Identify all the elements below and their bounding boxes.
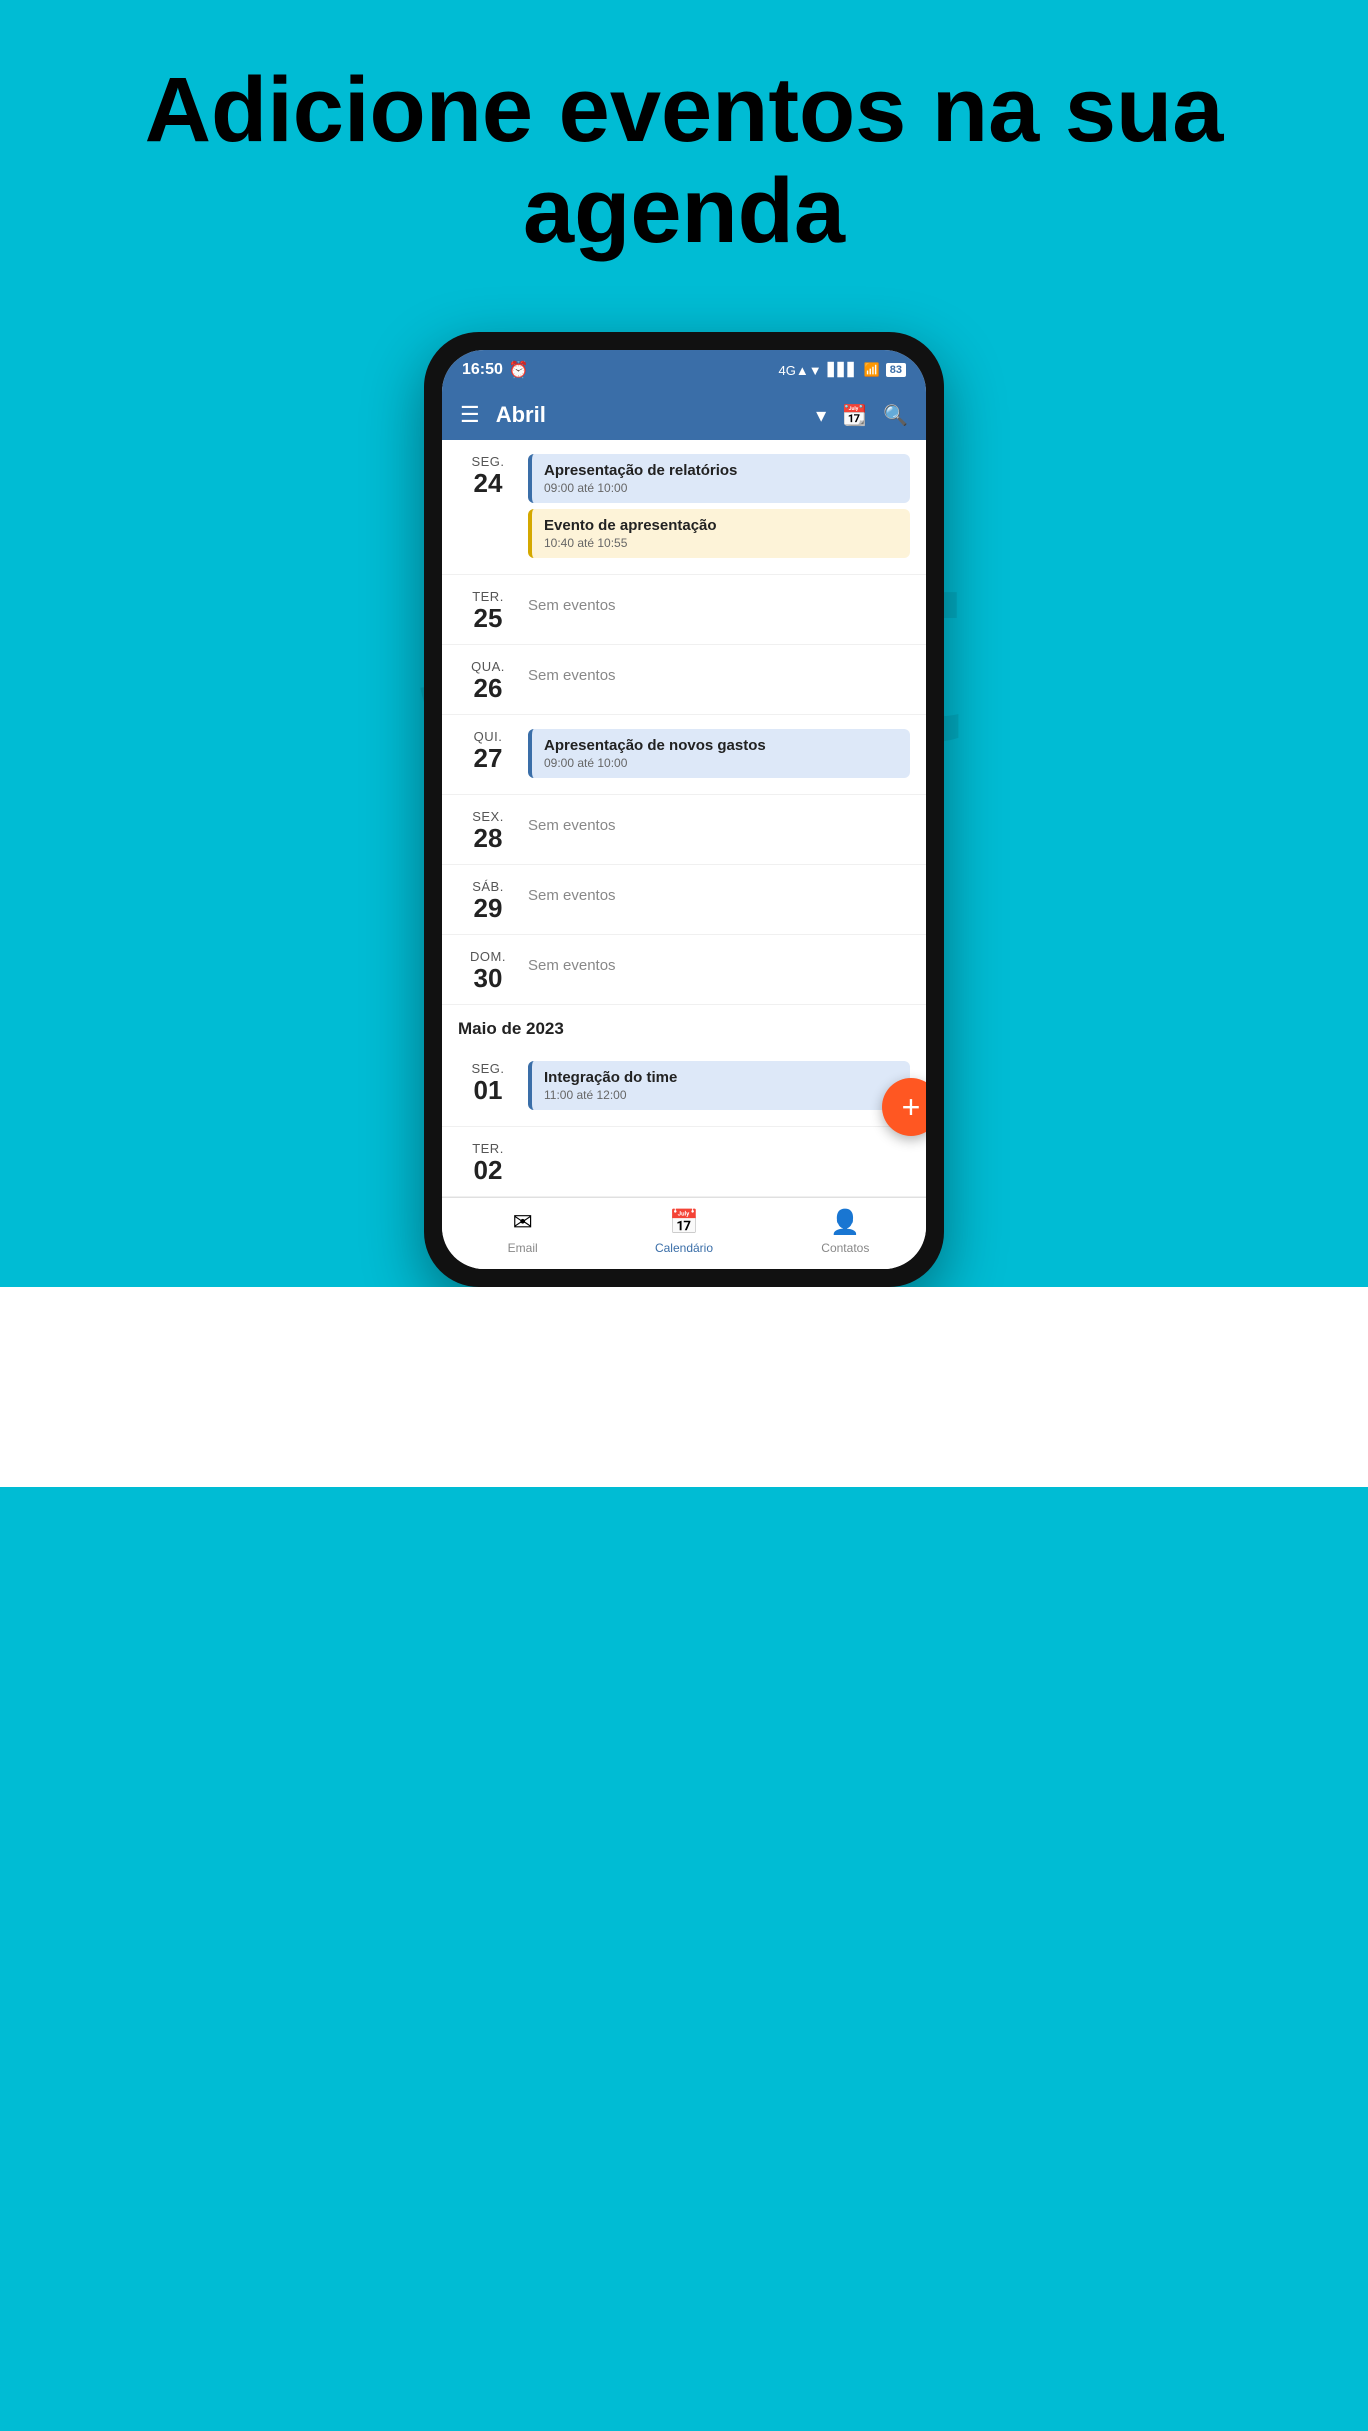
event-card-gastos[interactable]: Apresentação de novos gastos 09:00 até 1… [528, 729, 910, 778]
day-num-27: 27 [458, 744, 518, 773]
contatos-icon: 👤 [830, 1208, 860, 1237]
day-label-26: QUA. 26 [458, 655, 518, 703]
no-events-25: Sem eventos [528, 589, 910, 614]
day-num-29: 29 [458, 894, 518, 923]
day-events-maio-01: Integração do time 11:00 até 12:00 + [518, 1057, 910, 1116]
day-row-27: QUI. 27 Apresentação de novos gastos 09:… [442, 715, 926, 795]
day-events-maio-02 [518, 1137, 910, 1141]
event-time-relatorios: 09:00 até 10:00 [544, 481, 898, 495]
day-row-28: SEX. 28 Sem eventos [442, 795, 926, 865]
nav-label-email: Email [508, 1241, 538, 1255]
calendario-icon: 📅 [669, 1208, 699, 1237]
calendar-view-icon[interactable]: 📆 [842, 403, 867, 428]
nav-item-calendario[interactable]: 📅 Calendário [603, 1208, 764, 1255]
page-bottom [0, 1287, 1368, 1487]
day-num-28: 28 [458, 824, 518, 853]
day-events-28: Sem eventos [518, 805, 910, 834]
day-row-26: QUA. 26 Sem eventos [442, 645, 926, 715]
month-separator-maio: Maio de 2023 [442, 1005, 926, 1047]
app-header: ☰ Abril ▾ 📆 🔍 [442, 390, 926, 440]
event-time-apresentacao: 10:40 até 10:55 [544, 536, 898, 550]
event-card-integracao[interactable]: Integração do time 11:00 até 12:00 [528, 1061, 910, 1110]
day-events-29: Sem eventos [518, 875, 910, 904]
nav-label-calendario: Calendário [655, 1241, 713, 1255]
day-row-24: SEG. 24 Apresentação de relatórios 09:00… [442, 440, 926, 575]
day-label-maio-02: TER. 02 [458, 1137, 518, 1185]
day-events-26: Sem eventos [518, 655, 910, 684]
header-icons: ▾ 📆 🔍 [816, 403, 908, 428]
nav-item-email[interactable]: ✉ Email [442, 1208, 603, 1255]
day-label-27: QUI. 27 [458, 725, 518, 773]
status-time: 16:50 ⏰ [462, 360, 529, 380]
day-num-25: 25 [458, 604, 518, 633]
day-events-25: Sem eventos [518, 585, 910, 614]
day-abbr-25: TER. [458, 589, 518, 604]
signal-icon: ▋▋▋ [828, 362, 858, 378]
day-abbr-24: SEG. [458, 454, 518, 469]
no-events-26: Sem eventos [528, 659, 910, 684]
network-icon: 4G▲▼ [778, 363, 821, 378]
day-label-maio-01: SEG. 01 [458, 1057, 518, 1105]
nav-label-contatos: Contatos [821, 1241, 869, 1255]
day-num-26: 26 [458, 674, 518, 703]
nav-item-contatos[interactable]: 👤 Contatos [765, 1208, 926, 1255]
no-events-29: Sem eventos [528, 879, 910, 904]
event-card-apresentacao[interactable]: Evento de apresentação 10:40 até 10:55 [528, 509, 910, 558]
day-label-29: SÁB. 29 [458, 875, 518, 923]
day-row-30: DOM. 30 Sem eventos [442, 935, 926, 1005]
alarm-icon: ⏰ [509, 360, 529, 380]
add-event-button[interactable]: + [882, 1078, 926, 1136]
hero-title: Adicione eventos na sua agenda [40, 60, 1328, 262]
day-num-24: 24 [458, 469, 518, 498]
day-events-24: Apresentação de relatórios 09:00 até 10:… [518, 450, 910, 564]
day-abbr-27: QUI. [458, 729, 518, 744]
menu-icon[interactable]: ☰ [460, 402, 480, 428]
phone-mockup: 16:50 ⏰ 4G▲▼ ▋▋▋ 📶 83 ☰ Abril ▾ [424, 332, 944, 1287]
battery-icon: 83 [886, 363, 906, 377]
hero-section: Just Adicione eventos na sua agenda 16:5… [0, 0, 1368, 1287]
day-abbr-maio-02: TER. [458, 1141, 518, 1156]
email-icon: ✉ [513, 1208, 533, 1237]
day-abbr-maio-01: SEG. [458, 1061, 518, 1076]
day-row-29: SÁB. 29 Sem eventos [442, 865, 926, 935]
dropdown-icon[interactable]: ▾ [816, 403, 826, 428]
search-icon[interactable]: 🔍 [883, 403, 908, 428]
event-time-gastos: 09:00 até 10:00 [544, 756, 898, 770]
day-abbr-28: SEX. [458, 809, 518, 824]
day-abbr-29: SÁB. [458, 879, 518, 894]
wifi-icon: 📶 [864, 362, 880, 378]
day-num-30: 30 [458, 964, 518, 993]
calendar-list: SEG. 24 Apresentação de relatórios 09:00… [442, 440, 926, 1197]
day-events-27: Apresentação de novos gastos 09:00 até 1… [518, 725, 910, 784]
event-title-relatorios: Apresentação de relatórios [544, 462, 898, 479]
day-label-25: TER. 25 [458, 585, 518, 633]
day-num-maio-02: 02 [458, 1156, 518, 1185]
bottom-nav: ✉ Email 📅 Calendário 👤 Contatos [442, 1197, 926, 1269]
event-title-integracao: Integração do time [544, 1069, 898, 1086]
day-label-28: SEX. 28 [458, 805, 518, 853]
event-card-relatorios[interactable]: Apresentação de relatórios 09:00 até 10:… [528, 454, 910, 503]
day-num-maio-01: 01 [458, 1076, 518, 1105]
fab-container: + [882, 1078, 926, 1136]
day-abbr-30: DOM. [458, 949, 518, 964]
no-events-30: Sem eventos [528, 949, 910, 974]
day-row-25: TER. 25 Sem eventos [442, 575, 926, 645]
day-label-24: SEG. 24 [458, 450, 518, 498]
month-separator-label: Maio de 2023 [458, 1019, 910, 1039]
event-title-apresentacao: Evento de apresentação [544, 517, 898, 534]
phone-screen: 16:50 ⏰ 4G▲▼ ▋▋▋ 📶 83 ☰ Abril ▾ [442, 350, 926, 1269]
phone-frame: 16:50 ⏰ 4G▲▼ ▋▋▋ 📶 83 ☰ Abril ▾ [424, 332, 944, 1287]
no-events-28: Sem eventos [528, 809, 910, 834]
event-time-integracao: 11:00 até 12:00 [544, 1088, 898, 1102]
day-events-30: Sem eventos [518, 945, 910, 974]
day-label-30: DOM. 30 [458, 945, 518, 993]
day-abbr-26: QUA. [458, 659, 518, 674]
day-row-maio-02: TER. 02 [442, 1127, 926, 1197]
status-icons: 4G▲▼ ▋▋▋ 📶 83 [778, 362, 906, 378]
status-bar: 16:50 ⏰ 4G▲▼ ▋▋▋ 📶 83 [442, 350, 926, 390]
header-title: Abril [496, 402, 800, 428]
day-row-maio-01: SEG. 01 Integração do time 11:00 até 12:… [442, 1047, 926, 1127]
event-title-gastos: Apresentação de novos gastos [544, 737, 898, 754]
